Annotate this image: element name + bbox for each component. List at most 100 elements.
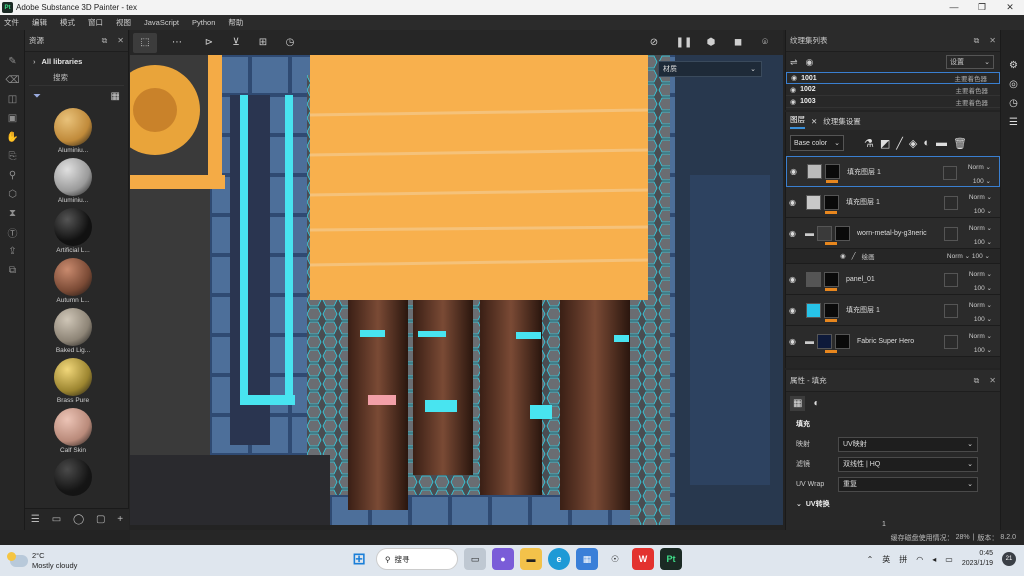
add-effect-icon[interactable]: ⚗ bbox=[864, 137, 874, 150]
property-dropdown[interactable]: 双线性 | HQ ⌄ bbox=[838, 456, 978, 472]
menu-edit[interactable]: 编辑 bbox=[32, 17, 47, 28]
smudge-icon[interactable]: ✋ bbox=[0, 128, 25, 147]
add-smart-material-icon[interactable]: ◐ bbox=[923, 137, 930, 149]
material-item[interactable]: Calf Skin bbox=[27, 406, 119, 456]
grid-select-icon[interactable]: ⋯ bbox=[165, 33, 189, 53]
add-fill-layer-icon[interactable]: ◈ bbox=[909, 137, 917, 150]
display-icon[interactable]: ◎ bbox=[1001, 75, 1024, 94]
menu-javascript[interactable]: JavaScript bbox=[144, 18, 179, 27]
layer-mask-slot[interactable] bbox=[944, 273, 958, 287]
opacity-value[interactable]: 100 ⌄ bbox=[969, 236, 992, 250]
menu-python[interactable]: Python bbox=[192, 18, 215, 27]
history-icon[interactable]: ◷ bbox=[278, 33, 302, 53]
channel-dropdown[interactable]: Base color ⌄ bbox=[790, 135, 844, 151]
windows-start-icon[interactable]: ⊞ bbox=[348, 548, 370, 570]
add-paint-layer-icon[interactable]: ╱ bbox=[896, 137, 903, 150]
eye-icon[interactable]: ◉ bbox=[790, 98, 796, 106]
eye-icon[interactable]: ◉ bbox=[790, 167, 804, 176]
notification-badge[interactable]: 21 bbox=[1002, 552, 1016, 566]
material-mode-dropdown[interactable]: 材质 ⌄ bbox=[658, 61, 762, 77]
shelf-icon[interactable]: ☰ bbox=[1001, 113, 1024, 132]
opacity-value[interactable]: 100 ⌄ bbox=[969, 282, 992, 296]
effect-row[interactable]: ◉ ╱ 绘画 Norm ⌄ 100 ⌄ bbox=[786, 249, 1000, 264]
clock[interactable]: 0:45 2023/1/19 bbox=[962, 549, 993, 569]
blend-mode[interactable]: Norm ⌄ bbox=[969, 268, 992, 282]
menu-help[interactable]: 帮助 bbox=[228, 17, 243, 28]
menu-mode[interactable]: 模式 bbox=[60, 17, 75, 28]
brush-icon[interactable]: ✎ bbox=[0, 52, 25, 71]
weather-widget[interactable]: 2°C Mostly cloudy bbox=[7, 551, 77, 571]
wps-icon[interactable]: W bbox=[632, 548, 654, 570]
material-item[interactable]: Artificial L... bbox=[27, 206, 119, 256]
blend-mode[interactable]: Norm ⌄ bbox=[968, 161, 991, 175]
eye-icon[interactable]: ◉ bbox=[789, 198, 803, 207]
camera-icon[interactable]: ◼ bbox=[726, 33, 750, 53]
eye-icon[interactable]: ◉ bbox=[789, 337, 803, 346]
eraser-icon[interactable]: ⌫ bbox=[0, 71, 25, 90]
property-dropdown[interactable]: 重复 ⌄ bbox=[838, 476, 978, 492]
settings-icon[interactable]: ⚙ bbox=[1001, 56, 1024, 75]
texture-set-row[interactable]: ◉ 1001 主要着色器 bbox=[786, 72, 1000, 84]
polyfill-icon[interactable]: ⬡ bbox=[0, 185, 25, 204]
add-mask-icon[interactable]: ◩ bbox=[880, 137, 890, 150]
undock-icon[interactable]: ⧉ bbox=[974, 36, 980, 46]
hide-icon[interactable]: ⊘ bbox=[642, 33, 666, 53]
add-folder-icon[interactable]: ▬ bbox=[936, 137, 947, 149]
maximize-button[interactable]: ❐ bbox=[968, 2, 996, 13]
assets-search-input[interactable]: 搜索 bbox=[29, 70, 124, 86]
eye-icon[interactable]: ◉ bbox=[806, 57, 814, 68]
layer-row[interactable]: ◉ 填充图层 1 Norm ⌄ 100 ⌄ bbox=[786, 295, 1000, 326]
battery-icon[interactable]: ▭ bbox=[945, 555, 953, 564]
ime-mode[interactable]: 拼 bbox=[899, 554, 907, 565]
wifi-icon[interactable]: ◠ bbox=[916, 555, 923, 564]
alienware-icon[interactable]: ☉ bbox=[604, 548, 626, 570]
layer-row[interactable]: ◉ 填充图层 1 Norm ⌄ 100 ⌄ bbox=[786, 187, 1000, 218]
bake-icon[interactable]: ⧗ bbox=[0, 204, 25, 223]
opacity-value[interactable]: 100 ⌄ bbox=[969, 205, 992, 219]
task-view-icon[interactable]: ▭ bbox=[464, 548, 486, 570]
menu-view[interactable]: 视图 bbox=[116, 17, 131, 28]
layer-mask-slot[interactable] bbox=[944, 335, 958, 349]
blend-mode[interactable]: Norm ⌄ bbox=[969, 222, 992, 236]
fit-icon[interactable]: ⊞ bbox=[251, 33, 275, 53]
settings-dropdown[interactable]: 设置 ⌄ bbox=[946, 55, 994, 69]
menu-window[interactable]: 窗口 bbox=[88, 17, 103, 28]
projection-icon[interactable]: ◫ bbox=[0, 90, 25, 109]
screenshot-icon[interactable]: ⌾ bbox=[753, 33, 777, 53]
picker-icon[interactable]: ⚲ bbox=[0, 166, 25, 185]
selection-icon[interactable]: ⬚ bbox=[133, 32, 157, 53]
eye-icon[interactable]: ◉ bbox=[840, 252, 846, 260]
clone-icon[interactable]: ⎘ bbox=[0, 147, 25, 166]
material-item[interactable]: Baked Lig... bbox=[27, 306, 119, 356]
material-properties-icon[interactable]: ◐ bbox=[813, 398, 819, 409]
property-dropdown[interactable]: UV映射 ⌄ bbox=[838, 436, 978, 452]
swap-icon[interactable]: ⇌ bbox=[790, 57, 798, 68]
eye-icon[interactable]: ◉ bbox=[789, 275, 803, 284]
sort-icon[interactable]: ☰ bbox=[31, 514, 40, 525]
layer-mask-slot[interactable] bbox=[943, 166, 957, 180]
teams-icon[interactable]: ● bbox=[492, 548, 514, 570]
close-icon[interactable]: ✕ bbox=[989, 36, 996, 46]
undock-icon[interactable]: ⧉ bbox=[974, 376, 980, 386]
export-icon[interactable]: ⇪ bbox=[0, 242, 25, 261]
tab-layers[interactable]: 图层 bbox=[790, 114, 805, 129]
close-tab-icon[interactable]: ✕ bbox=[811, 117, 817, 126]
eye-icon[interactable]: ◉ bbox=[791, 74, 797, 82]
library-selector[interactable]: › All libraries bbox=[25, 52, 128, 70]
layer-row[interactable]: ◉ 填充图层 1 Norm ⌄ 100 ⌄ bbox=[786, 156, 1000, 187]
uv-transform-section[interactable]: ⌄ UV转换 bbox=[786, 494, 1000, 514]
pause-icon[interactable]: ❚❚ bbox=[672, 33, 696, 53]
share-icon[interactable]: ⧉ bbox=[0, 261, 25, 280]
delete-layer-icon[interactable]: 🗑 bbox=[953, 137, 967, 150]
store-icon[interactable]: ▦ bbox=[576, 548, 598, 570]
filter-icon[interactable]: ⏷ bbox=[33, 91, 41, 102]
layer-row[interactable]: ◉ ▬ Fabric Super Hero Norm ⌄ 100 ⌄ bbox=[786, 326, 1000, 357]
mirror-y-icon[interactable]: ⊻ bbox=[224, 33, 248, 53]
close-window-button[interactable]: ✕ bbox=[996, 2, 1024, 13]
edge-icon[interactable]: e bbox=[548, 548, 570, 570]
mirror-x-icon[interactable]: ⊳ bbox=[197, 33, 221, 53]
fill-properties-icon[interactable]: ▦ bbox=[790, 395, 806, 411]
import-icon[interactable]: ▢ bbox=[96, 514, 105, 525]
layer-mask-slot[interactable] bbox=[944, 304, 958, 318]
texture-set-row[interactable]: ◉ 1002 主要着色器 bbox=[786, 84, 1000, 96]
